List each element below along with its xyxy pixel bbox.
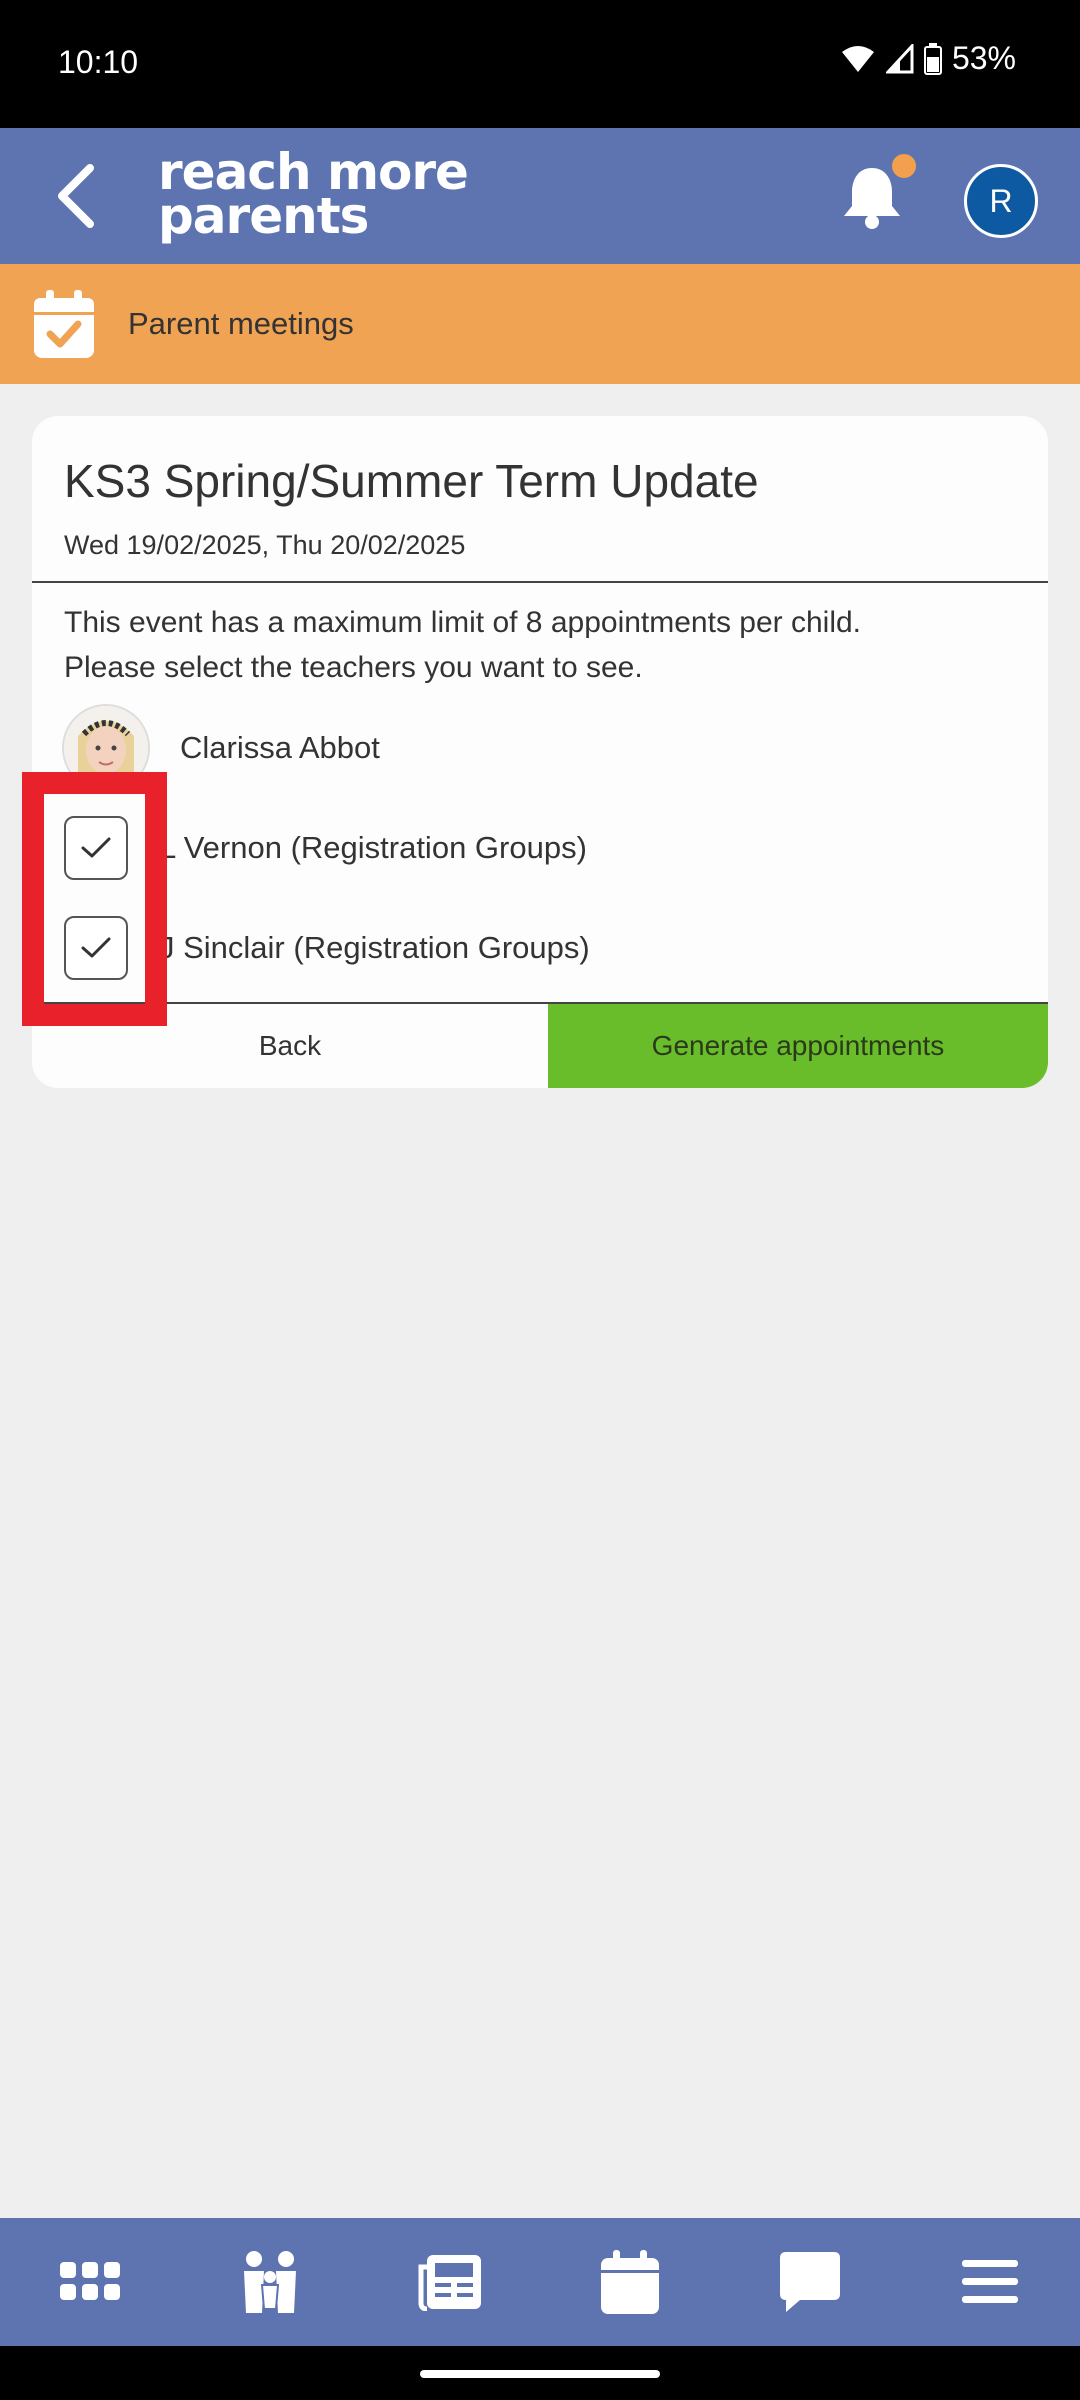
event-card: KS3 Spring/Summer Term Update Wed 19/02/… — [32, 416, 1048, 1088]
status-icons: 53% — [840, 40, 1016, 77]
battery-percent: 53% — [951, 40, 1016, 76]
reach-more-parents-logo: reach more parents — [158, 147, 469, 241]
dashboard-grid-icon — [60, 2262, 120, 2300]
nav-dashboard[interactable] — [40, 2232, 140, 2332]
child-name: Clarissa Abbot — [180, 730, 380, 765]
status-bar: 10:10 53% — [0, 0, 1080, 128]
event-dates: Wed 19/02/2025, Thu 20/02/2025 — [64, 530, 466, 560]
card-divider — [32, 581, 1048, 583]
teacher-label: L Vernon (Registration Groups) — [159, 830, 587, 865]
signal-icon — [885, 43, 914, 73]
info-line-2: Please select the teachers you want to s… — [64, 651, 643, 684]
teacher-label: J Sinclair (Registration Groups) — [159, 930, 590, 965]
wifi-icon — [841, 45, 874, 72]
nav-menu[interactable] — [940, 2232, 1040, 2332]
section-title: Parent meetings — [128, 306, 354, 341]
event-title: KS3 Spring/Summer Term Update — [64, 455, 759, 507]
back-arrow-button[interactable] — [40, 154, 112, 238]
family-icon — [244, 2251, 296, 2313]
home-gesture-bar[interactable] — [420, 2370, 660, 2378]
section-banner: Parent meetings — [0, 264, 1080, 384]
bottom-nav — [0, 2218, 1080, 2346]
notification-dot — [892, 154, 916, 178]
newspaper-icon — [418, 2255, 481, 2311]
calendar-check-icon — [34, 290, 94, 358]
info-line-1: This event has a maximum limit of 8 appo… — [64, 606, 862, 639]
nav-family[interactable] — [220, 2232, 320, 2332]
calendar-icon — [601, 2250, 659, 2314]
highlight-box — [22, 772, 167, 1026]
status-time: 10:10 — [58, 44, 139, 80]
nav-messages[interactable] — [760, 2232, 860, 2332]
nav-news[interactable] — [400, 2232, 500, 2332]
app-header: reach more parents R — [0, 128, 1080, 264]
menu-icon — [962, 2260, 1018, 2303]
generate-appointments-button[interactable]: Generate appointments — [548, 1004, 1048, 1088]
chevron-left-icon — [58, 164, 94, 228]
teacher-row[interactable]: L Vernon (Registration Groups) — [32, 806, 1048, 886]
user-avatar[interactable]: R — [964, 164, 1038, 238]
battery-icon — [923, 42, 942, 75]
event-info: This event has a maximum limit of 8 appo… — [64, 600, 1024, 690]
teacher-row[interactable]: J Sinclair (Registration Groups) — [32, 906, 1048, 986]
chat-icon — [780, 2252, 840, 2312]
nav-calendar[interactable] — [580, 2232, 680, 2332]
